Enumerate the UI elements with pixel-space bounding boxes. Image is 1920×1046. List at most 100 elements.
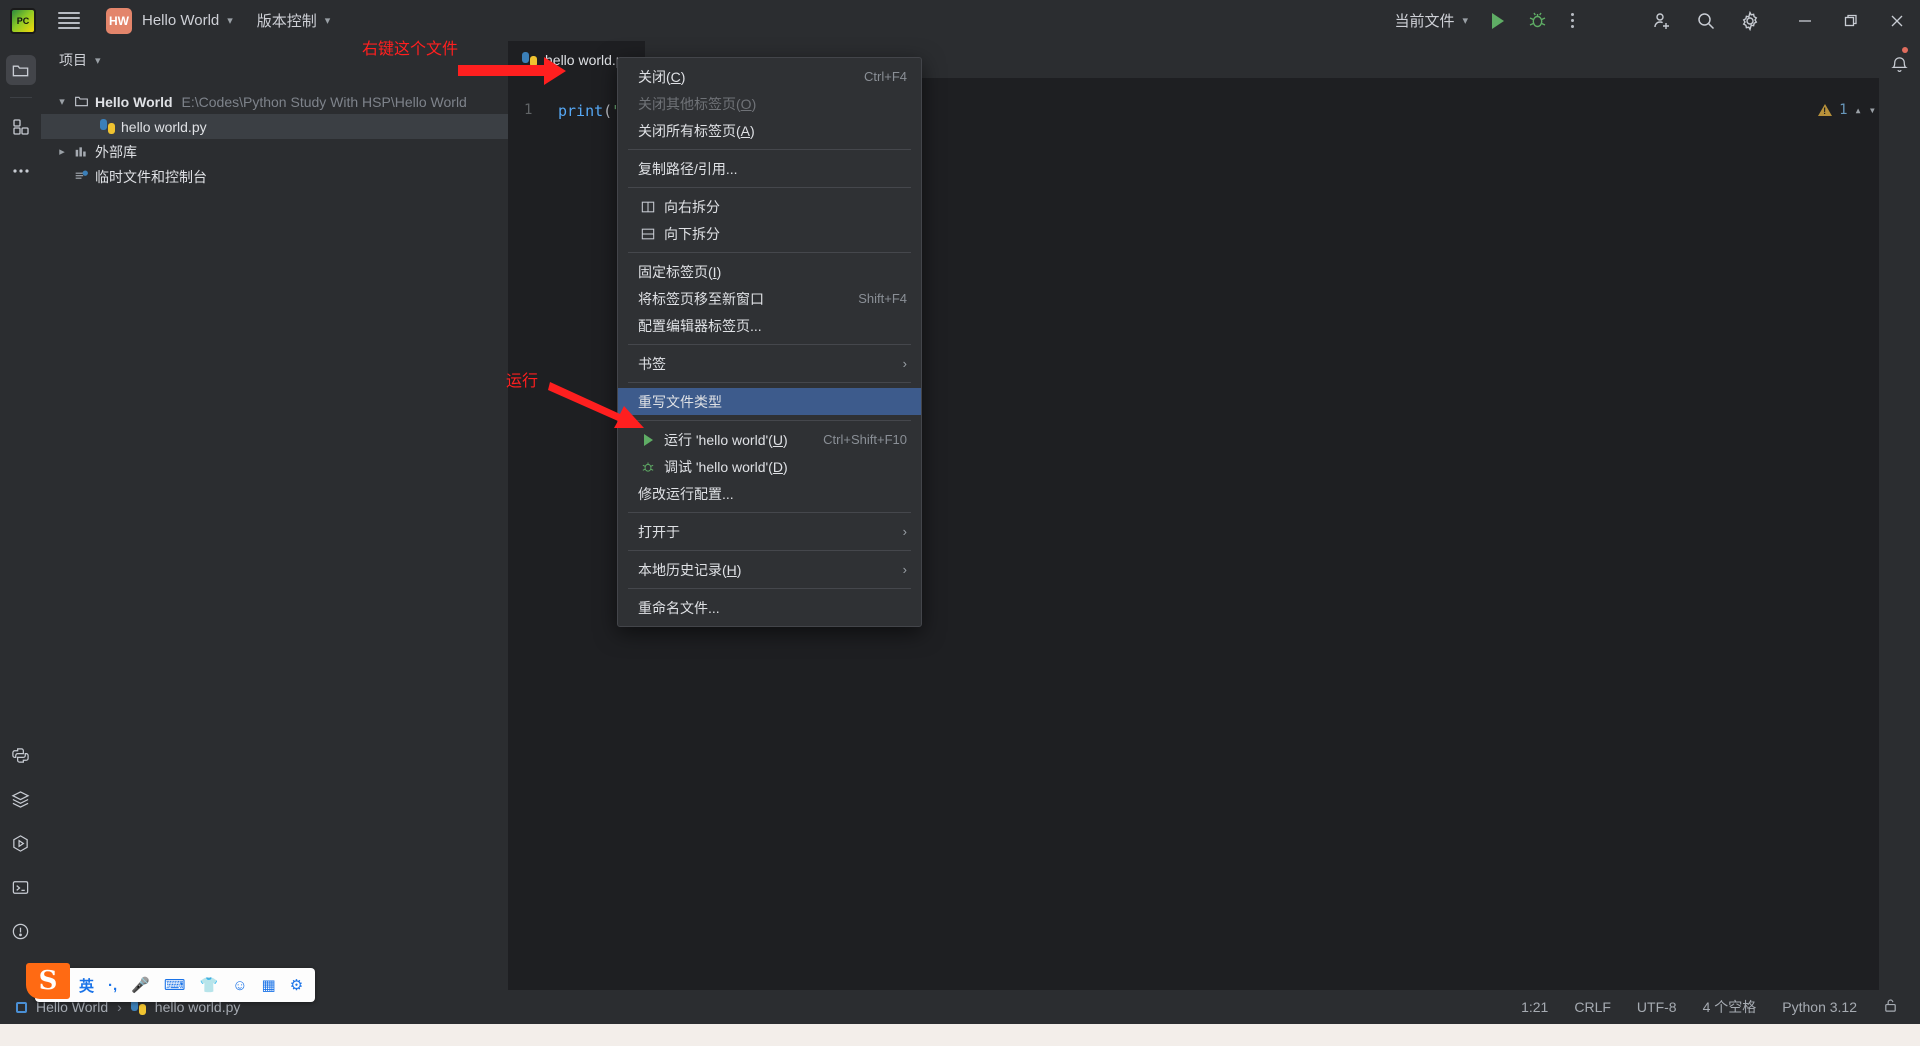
menu-item[interactable]: 关闭(C) Ctrl+F4 [618,63,921,90]
menu-item[interactable]: 打开于 › [618,518,921,545]
menu-item-label: 重写文件类型 [638,393,722,410]
editor-tab-context-menu[interactable]: 关闭(C) Ctrl+F4 关闭其他标签页(O) 关闭所有标签页(A) 复制路径/引用.… [617,57,922,627]
chevron-right-icon: › [902,524,907,539]
skin-icon[interactable]: 👕 [200,976,219,994]
menu-item[interactable]: 重命名文件... [618,594,921,621]
menu-item-shortcut: Ctrl+Shift+F10 [823,432,907,447]
menu-separator [628,512,911,513]
code-line-1: print(" [558,102,621,120]
python-interpreter[interactable]: Python 3.12 [1782,999,1857,1015]
problems-icon[interactable] [6,916,36,946]
menu-item-label: 向下拆分 [664,225,720,242]
hamburger-menu-icon[interactable] [58,12,80,29]
menu-item[interactable]: 向右拆分 [618,193,921,220]
indent-setting[interactable]: 4 个空格 [1703,997,1757,1017]
project-name[interactable]: Hello World [142,12,219,29]
menu-item: 关闭其他标签页(O) [618,90,921,117]
chevron-down-icon[interactable]: ▾ [227,14,233,27]
code-token-print: print [558,102,604,120]
python-file-icon [97,119,117,134]
menu-item[interactable]: 将标签页移至新窗口 Shift+F4 [618,285,921,312]
search-icon[interactable] [1696,11,1716,31]
menu-item-label: 书签 [638,355,666,372]
run-tool-icon[interactable] [6,828,36,858]
gear-icon[interactable] [1740,10,1760,31]
structure-tool-icon[interactable] [6,112,36,142]
menu-item-label: 复制路径/引用... [638,160,738,177]
close-button[interactable] [1874,0,1920,41]
chevron-down-icon[interactable]: ▾ [95,54,101,67]
menu-item[interactable]: 调试 'hello world'(D) [618,453,921,480]
ime-mode-english[interactable]: 英 [79,975,94,996]
left-tool-stripe [0,41,41,1016]
tree-row-label: 临时文件和控制台 [95,168,207,185]
menu-item[interactable]: 固定标签页(I) [618,258,921,285]
run-configuration-selector[interactable]: 当前文件 [1394,10,1454,31]
library-icon [71,144,91,159]
menu-item[interactable]: 向下拆分 [618,220,921,247]
chevron-up-icon[interactable]: ▴ [1855,103,1862,117]
database-icon[interactable] [6,784,36,814]
menu-separator [628,187,911,188]
emoji-icon[interactable]: ☺ [232,977,247,994]
menu-item[interactable]: 配置编辑器标签页... [618,312,921,339]
line-separator[interactable]: CRLF [1574,999,1611,1015]
file-encoding[interactable]: UTF-8 [1637,999,1677,1015]
code-token-paren: ( [603,102,613,120]
chevron-down-icon[interactable]: ▾ [1462,14,1468,27]
project-badge: HW [106,7,132,34]
stripe-divider [9,97,32,98]
vcs-menu[interactable]: 版本控制 [257,10,317,31]
minimize-button[interactable] [1782,0,1828,41]
menu-separator [628,550,911,551]
project-panel-title[interactable]: 项目 [59,50,87,70]
tree-row[interactable]: hello world.py [41,114,508,139]
ime-settings-icon[interactable]: ⚙ [290,976,303,994]
menu-item[interactable]: 本地历史记录(H) › [618,556,921,583]
more-vertical-icon[interactable] [1571,13,1574,28]
ime-toolbar[interactable]: S 英 ·, 🎤 ⌨ 👕 ☺ ▦ ⚙ [26,963,316,1002]
run-icon[interactable] [1492,12,1504,29]
maximize-button[interactable] [1828,0,1874,41]
terminal-icon[interactable] [6,872,36,902]
microphone-icon[interactable]: 🎤 [131,976,150,994]
unlocked-icon[interactable] [1883,998,1898,1016]
menu-item-label: 重命名文件... [638,599,720,616]
menu-separator [628,588,911,589]
menu-item-label: 将标签页移至新窗口 [638,290,764,307]
sogou-logo-icon[interactable]: S [26,963,70,999]
annotation-right-click-file: 右键这个文件 [362,41,459,58]
windows-taskbar [0,1024,1920,1046]
tree-row[interactable]: 临时文件和控制台 [41,164,508,189]
menu-item-label: 调试 'hello world'(D) [664,458,788,475]
menu-item[interactable]: 复制路径/引用... [618,155,921,182]
right-tool-stripe [1879,41,1920,1016]
chevron-down-icon[interactable]: ▾ [325,14,331,27]
ime-punctuation-icon[interactable]: ·, [108,977,117,994]
chevron-down-icon[interactable]: ▾ [1869,103,1876,117]
inspection-widget[interactable]: 1 ▴ ▾ [1818,102,1876,118]
more-tools-icon[interactable] [6,156,36,186]
python-packages-icon[interactable] [6,740,36,770]
menu-item[interactable]: 书签 › [618,350,921,377]
keyboard-icon[interactable]: ⌨ [164,976,186,994]
chevron-right-icon: › [902,562,907,577]
warning-triangle-icon [1818,104,1833,116]
menu-item[interactable]: 运行 'hello world'(U) Ctrl+Shift+F10 [618,426,921,453]
menu-item[interactable]: 修改运行配置... [618,480,921,507]
menu-item[interactable]: 关闭所有标签页(A) [618,117,921,144]
chevron-down-icon[interactable]: ▾ [53,95,71,108]
apps-icon[interactable]: ▦ [262,976,276,994]
debug-icon[interactable] [1528,11,1547,30]
tree-row[interactable]: ▾ Hello World E:\Codes\Python Study With H… [41,89,508,114]
menu-item[interactable]: 重写文件类型 [618,388,921,415]
caret-position[interactable]: 1:21 [1521,999,1548,1015]
debug-icon [640,460,656,474]
add-user-icon[interactable] [1652,11,1672,31]
tree-row[interactable]: ▸ 外部库 [41,139,508,164]
project-tool-icon[interactable] [5,55,36,85]
bell-icon[interactable] [1879,47,1920,74]
menu-separator [628,149,911,150]
chevron-right-icon[interactable]: ▸ [53,145,71,158]
split-right-icon [640,200,656,214]
